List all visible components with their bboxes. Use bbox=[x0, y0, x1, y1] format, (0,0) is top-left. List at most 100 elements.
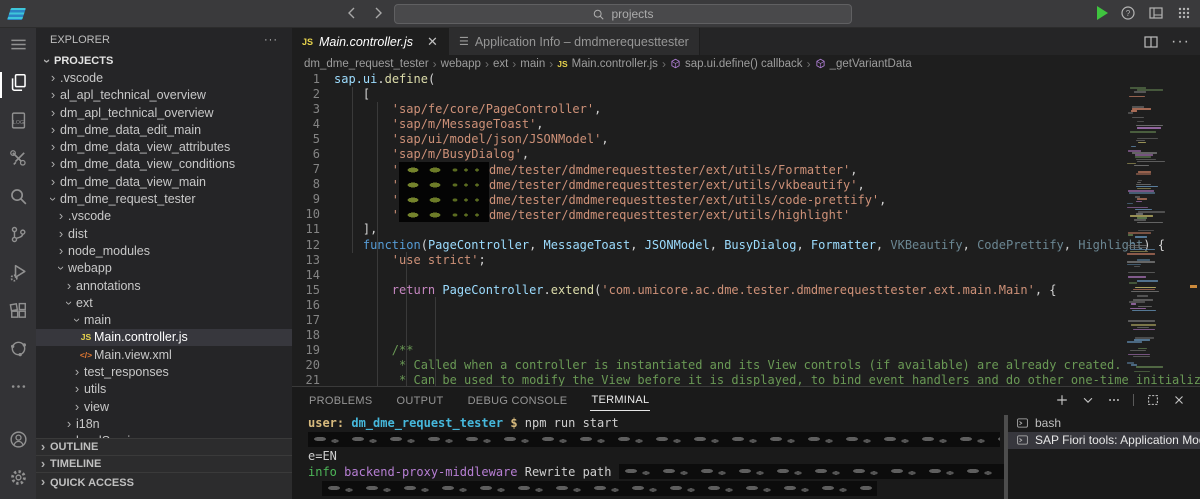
tree-item-main-controller-js[interactable]: JSMain.controller.js bbox=[36, 329, 292, 346]
line-number[interactable]: 4 bbox=[292, 117, 334, 132]
code-editor[interactable]: 1sap.ui.define(2 [3 'sap/fe/core/PageCon… bbox=[292, 72, 1200, 386]
line-number[interactable]: 14 bbox=[292, 268, 334, 283]
quick-access-section[interactable]: › QUICK ACCESS bbox=[36, 472, 292, 499]
breadcrumb-item-main-controller-js[interactable]: JSMain.controller.js bbox=[557, 58, 658, 70]
activity-item-account[interactable] bbox=[0, 423, 36, 461]
code-line-13[interactable]: 13 'use strict'; bbox=[292, 253, 1200, 268]
line-number[interactable]: 7 bbox=[292, 162, 334, 177]
tree-item-vscode[interactable]: ›.vscode bbox=[36, 208, 292, 225]
run-play-icon[interactable] bbox=[1097, 6, 1108, 20]
tree-item-dist[interactable]: ›dist bbox=[36, 225, 292, 242]
code-line-10[interactable]: 10 'dme/tester/dmdmerequesttester/ext/ut… bbox=[292, 207, 1200, 222]
tab-main-controller-js[interactable]: JS Main.controller.js ✕ bbox=[292, 28, 449, 55]
line-number[interactable]: 13 bbox=[292, 253, 334, 268]
forward-arrow-icon[interactable] bbox=[370, 5, 386, 21]
line-number[interactable]: 17 bbox=[292, 313, 334, 328]
tree-item-vscode[interactable]: ›.vscode bbox=[36, 69, 292, 86]
more-actions-icon[interactable] bbox=[1107, 393, 1121, 407]
tree-item-view[interactable]: ›view bbox=[36, 398, 292, 415]
activity-item-log[interactable]: LOG bbox=[0, 104, 36, 142]
tree-item-al-apl-technical-overview[interactable]: ›al_apl_technical_overview bbox=[36, 87, 292, 104]
code-line-7[interactable]: 7 'dme/tester/dmdmerequesttester/ext/uti… bbox=[292, 162, 1200, 177]
activity-item-tools[interactable] bbox=[0, 142, 36, 180]
breadcrumb-item-getvariantdata[interactable]: _getVariantData bbox=[815, 58, 912, 70]
line-number[interactable]: 16 bbox=[292, 298, 334, 313]
code-line-6[interactable]: 6 'sap/m/BusyDialog', bbox=[292, 147, 1200, 162]
help-icon[interactable]: ? bbox=[1120, 5, 1136, 21]
breadcrumb-item-ext[interactable]: ext bbox=[493, 58, 508, 70]
line-number[interactable]: 11 bbox=[292, 222, 334, 237]
terminal-dropdown-icon[interactable] bbox=[1081, 393, 1095, 407]
tree-item-annotations[interactable]: ›annotations bbox=[36, 277, 292, 294]
more-actions-icon[interactable]: ··· bbox=[1171, 33, 1190, 51]
line-number[interactable]: 3 bbox=[292, 102, 334, 117]
line-number[interactable]: 21 bbox=[292, 373, 334, 386]
line-number[interactable]: 2 bbox=[292, 87, 334, 102]
code-line-4[interactable]: 4 'sap/m/MessageToast', bbox=[292, 117, 1200, 132]
tree-item-dm-apl-technical-overview[interactable]: ›dm_apl_technical_overview bbox=[36, 104, 292, 121]
terminal-output[interactable]: user: dm_dme_request_tester $ npm run st… bbox=[292, 413, 1008, 499]
tree-item-dm-dme-data-edit-main[interactable]: ›dm_dme_data_edit_main bbox=[36, 121, 292, 138]
tree-item-dm-dme-data-view-main[interactable]: ›dm_dme_data_view_main bbox=[36, 173, 292, 190]
line-number[interactable]: 5 bbox=[292, 132, 334, 147]
tree-item-i18n[interactable]: ›i18n bbox=[36, 415, 292, 432]
close-panel-icon[interactable] bbox=[1172, 393, 1186, 407]
activity-item-explorer[interactable] bbox=[0, 66, 36, 104]
activity-item-search[interactable] bbox=[0, 180, 36, 218]
code-line-1[interactable]: 1sap.ui.define( bbox=[292, 72, 1200, 87]
minimap[interactable] bbox=[1126, 85, 1166, 377]
tab-application-info[interactable]: ☰ Application Info – dmdmerequesttester bbox=[449, 28, 700, 55]
panel-tab-output[interactable]: OUTPUT bbox=[396, 390, 445, 411]
line-number[interactable]: 9 bbox=[292, 192, 334, 207]
activity-item-network[interactable] bbox=[0, 332, 36, 370]
code-line-18[interactable]: 18 bbox=[292, 328, 1200, 343]
line-number[interactable]: 19 bbox=[292, 343, 334, 358]
line-number[interactable]: 1 bbox=[292, 72, 334, 87]
sidebar-more-icon[interactable]: ··· bbox=[264, 34, 278, 46]
breadcrumb-item-main[interactable]: main bbox=[520, 58, 545, 70]
activity-item-extensions[interactable] bbox=[0, 294, 36, 332]
breadcrumb-item-dm-dme-request-tester[interactable]: dm_dme_request_tester bbox=[304, 58, 429, 70]
terminal-list-item-bash[interactable]: bash bbox=[1008, 414, 1200, 432]
tree-item-test-responses[interactable]: ›test_responses bbox=[36, 363, 292, 380]
tree-item-dm-dme-data-view-conditions[interactable]: ›dm_dme_data_view_conditions bbox=[36, 156, 292, 173]
split-editor-icon[interactable] bbox=[1143, 34, 1159, 50]
code-line-19[interactable]: 19 /** bbox=[292, 343, 1200, 358]
breadcrumb-item-sap-ui-define-callback[interactable]: sap.ui.define() callback bbox=[670, 58, 803, 70]
tree-item-node-modules[interactable]: ›node_modules bbox=[36, 242, 292, 259]
tree-item-projects[interactable]: ›PROJECTS bbox=[36, 52, 292, 69]
line-number[interactable]: 6 bbox=[292, 147, 334, 162]
code-line-20[interactable]: 20 * Called when a controller is instant… bbox=[292, 358, 1200, 373]
tree-item-ext[interactable]: ›ext bbox=[36, 294, 292, 311]
grid-menu-icon[interactable] bbox=[1176, 5, 1192, 21]
line-number[interactable]: 15 bbox=[292, 283, 334, 298]
line-number[interactable]: 12 bbox=[292, 238, 334, 253]
terminal-list-item-sap-fiori-tools-application-mode[interactable]: SAP Fiori tools: Application Mode... bbox=[1008, 432, 1200, 450]
code-line-16[interactable]: 16 bbox=[292, 298, 1200, 313]
code-line-12[interactable]: 12 function(PageController, MessageToast… bbox=[292, 238, 1200, 253]
code-line-15[interactable]: 15 return PageController.extend('com.umi… bbox=[292, 283, 1200, 298]
code-line-2[interactable]: 2 [ bbox=[292, 87, 1200, 102]
line-number[interactable]: 20 bbox=[292, 358, 334, 373]
line-number[interactable]: 10 bbox=[292, 207, 334, 222]
breadcrumb-item-webapp[interactable]: webapp bbox=[441, 58, 481, 70]
tree-item-main[interactable]: ›main bbox=[36, 311, 292, 328]
outline-section[interactable]: › OUTLINE bbox=[36, 438, 292, 455]
tree-item-webapp[interactable]: ›webapp bbox=[36, 260, 292, 277]
code-line-14[interactable]: 14 bbox=[292, 268, 1200, 283]
tree-item-utils[interactable]: ›utils bbox=[36, 381, 292, 398]
maximize-panel-icon[interactable] bbox=[1146, 393, 1160, 407]
line-number[interactable]: 8 bbox=[292, 177, 334, 192]
panel-tab-debug-console[interactable]: DEBUG CONSOLE bbox=[467, 390, 569, 411]
activity-item-run-configurations[interactable] bbox=[0, 256, 36, 294]
line-number[interactable]: 18 bbox=[292, 328, 334, 343]
code-line-8[interactable]: 8 'dme/tester/dmdmerequesttester/ext/uti… bbox=[292, 177, 1200, 192]
back-arrow-icon[interactable] bbox=[344, 5, 360, 21]
code-line-21[interactable]: 21 * Can be used to modify the View befo… bbox=[292, 373, 1200, 386]
tree-item-dm-dme-request-tester[interactable]: ›dm_dme_request_tester bbox=[36, 190, 292, 207]
activity-item-menu[interactable] bbox=[0, 28, 36, 66]
code-line-9[interactable]: 9 'dme/tester/dmdmerequesttester/ext/uti… bbox=[292, 192, 1200, 207]
panel-tab-terminal[interactable]: TERMINAL bbox=[590, 389, 650, 411]
timeline-section[interactable]: › TIMELINE bbox=[36, 455, 292, 472]
tree-item-dm-dme-data-view-attributes[interactable]: ›dm_dme_data_view_attributes bbox=[36, 138, 292, 155]
